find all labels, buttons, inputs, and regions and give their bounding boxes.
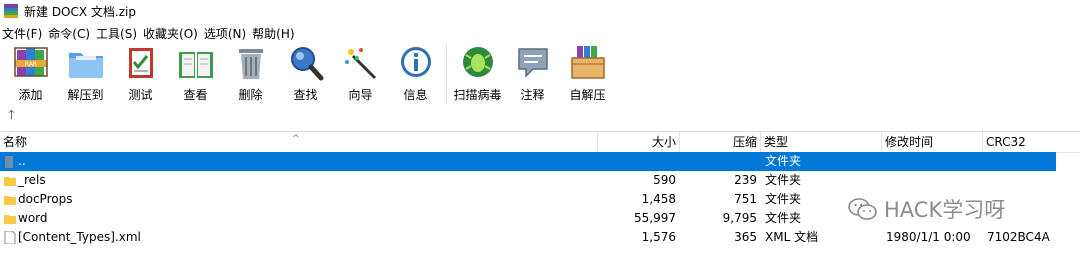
file-name: [Content_Types].xml [18,230,141,244]
column-name-label: 名称 [3,135,28,149]
comment-label: 注释 [520,88,545,102]
table-row[interactable]: _rels 590 239 文件夹 [0,171,1080,190]
file-name: .. [18,154,26,168]
toolbar-divider [446,44,447,104]
file-name: docProps [18,192,73,206]
trash-icon [238,49,263,79]
table-row[interactable]: [Content_Types].xml 1,576 365 XML 文档 198… [0,228,1080,247]
menu-tools[interactable]: 工具(S) [94,25,141,42]
sort-ascending-icon: ^ [292,134,300,144]
extract-to-button[interactable]: 解压到 [59,44,112,103]
self-extract-box-icon [570,46,605,79]
file-packed: 751 [734,192,757,206]
wechat-icon [848,198,877,220]
watermark-text: HACK学习呀 [884,198,1006,222]
file-size: 1,458 [641,192,676,206]
column-packed-label: 压缩 [732,135,757,149]
window-title: 新建 DOCX 文档.zip [24,4,136,19]
column-type[interactable]: 类型 [761,132,882,152]
file-packed: 239 [734,173,757,187]
file-icon [4,231,16,244]
find-button[interactable]: 查找 [279,44,332,103]
table-row[interactable]: .. 文件夹 [0,152,1056,171]
file-crc: 7102BC4A [987,230,1050,244]
test-button[interactable]: 测试 [114,44,167,103]
folder-icon [4,196,16,205]
svg-text:RAR: RAR [24,61,36,68]
watermark: HACK学习呀 [848,194,1005,224]
info-icon [400,47,431,77]
archive-books-icon: RAR [13,47,48,77]
column-name[interactable]: 名称 ^ [0,132,598,152]
delete-button[interactable]: 删除 [224,44,277,103]
file-packed: 365 [734,230,757,244]
add-label: 添加 [18,88,43,102]
book-icon [178,52,213,78]
file-packed: 9,795 [722,211,757,225]
file-size: 55,997 [634,211,676,225]
folder-icon [4,215,16,224]
column-type-label: 类型 [764,135,789,149]
wizard-label: 向导 [348,88,373,102]
column-size[interactable]: 大小 [598,132,680,152]
winrar-icon [4,4,18,18]
scan-virus-label: 扫描病毒 [453,88,502,102]
view-label: 查看 [183,88,208,102]
file-size: 590 [653,173,676,187]
wizard-button[interactable]: 向导 [334,44,387,103]
comment-icon [517,48,548,78]
menu-bar: 文件(F) 命令(C) 工具(S) 收藏夹(O) 选项(N) 帮助(H) [0,22,1080,44]
column-packed[interactable]: 压缩 [680,132,761,152]
file-packed [680,152,757,171]
sfx-button[interactable]: 自解压 [561,44,614,103]
info-button[interactable]: 信息 [389,44,442,103]
menu-options[interactable]: 选项(N) [202,25,250,42]
file-name: _rels [18,173,46,187]
file-type: 文件夹 [765,154,802,168]
menu-commands[interactable]: 命令(C) [46,25,94,42]
file-size [598,152,676,171]
path-bar: 🡑 [0,104,1080,130]
magic-wand-icon [344,48,376,80]
file-type: 文件夹 [765,211,802,225]
file-type: 文件夹 [765,192,802,206]
toolbar: RAR 添加 解压到 测试 查看 删除 查找 向导 信息 扫描病毒 注释 自解压 [0,44,1080,104]
file-list-header: 名称 ^ 大小 压缩 类型 修改时间 CRC32 [0,131,1080,153]
comment-button[interactable]: 注释 [506,44,559,103]
add-button[interactable]: RAR 添加 [4,44,57,103]
file-name: word [18,211,48,225]
column-modified[interactable]: 修改时间 [882,132,983,152]
folder-up-icon [5,156,13,168]
bug-icon [462,47,493,77]
extract-folder-icon [68,53,103,78]
title-bar: 新建 DOCX 文档.zip [0,0,1080,22]
file-type: 文件夹 [765,173,802,187]
column-modified-label: 修改时间 [885,135,934,149]
view-button[interactable]: 查看 [169,44,222,103]
extract-to-label: 解压到 [67,88,104,102]
column-crc-label: CRC32 [986,135,1026,149]
folder-icon [4,177,16,186]
magnifier-icon [290,47,323,81]
column-size-label: 大小 [651,135,676,149]
column-crc[interactable]: CRC32 [983,132,1080,152]
info-label: 信息 [403,88,428,102]
find-label: 查找 [293,88,318,102]
menu-favorites[interactable]: 收藏夹(O) [141,25,202,42]
file-modified: 1980/1/1 0:00 [886,230,971,244]
file-size: 1,576 [641,230,676,244]
delete-label: 删除 [238,88,263,102]
menu-file[interactable]: 文件(F) [0,25,46,42]
test-checklist-icon [128,48,153,78]
scan-virus-button[interactable]: 扫描病毒 [451,44,504,103]
test-label: 测试 [128,88,153,102]
file-type: XML 文档 [765,230,819,244]
up-arrow-icon[interactable]: 🡑 [8,106,15,128]
menu-help[interactable]: 帮助(H) [250,25,298,42]
sfx-label: 自解压 [569,88,606,102]
